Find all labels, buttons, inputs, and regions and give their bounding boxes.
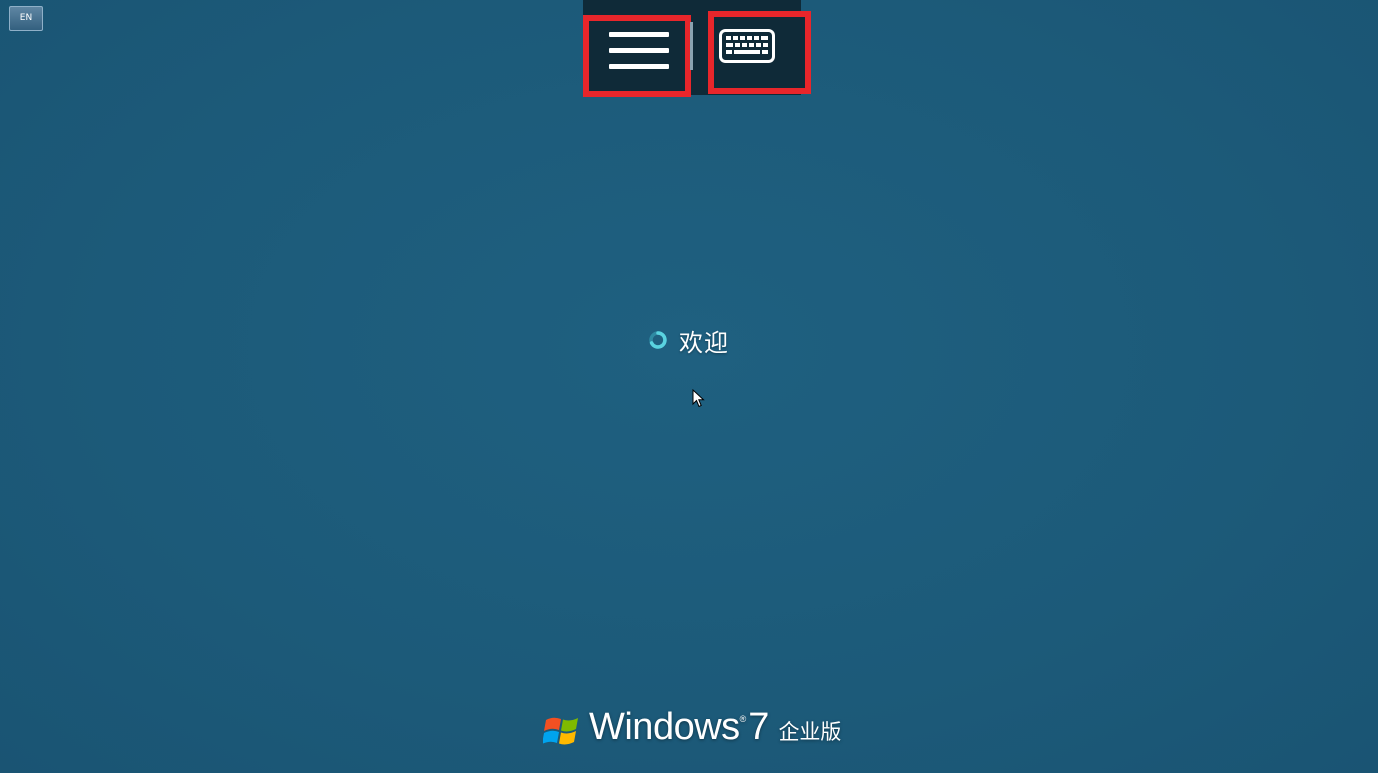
loading-spinner-icon	[649, 331, 667, 349]
welcome-status: 欢迎	[648, 322, 729, 358]
windows-branding: Windows ® 7 企业版	[543, 706, 841, 756]
product-edition: 企业版	[778, 720, 842, 744]
registered-mark: ®	[739, 714, 747, 724]
keyboard-button[interactable]	[708, 11, 811, 94]
menu-button[interactable]	[583, 15, 691, 97]
toolbar-separator	[690, 22, 693, 70]
language-indicator-label: EN	[19, 13, 33, 23]
login-screen: EN 欢迎 Windows ® 7 企业版	[0, 0, 1378, 773]
product-name: Windows	[589, 706, 740, 748]
product-version: 7	[748, 706, 770, 748]
welcome-text: 欢迎	[679, 328, 729, 357]
windows-flag-icon	[543, 717, 578, 745]
language-indicator[interactable]: EN	[9, 6, 43, 31]
keyboard-icon	[719, 29, 775, 63]
mouse-pointer-icon	[692, 389, 705, 408]
remote-session-toolbar	[583, 0, 811, 97]
